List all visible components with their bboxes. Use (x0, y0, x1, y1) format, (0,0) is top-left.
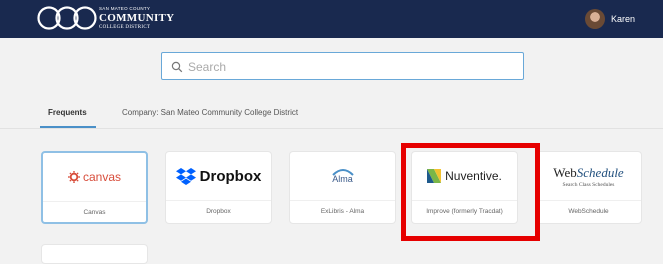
district-name: SAN MATEO COUNTY COMMUNITY COLLEGE DISTR… (99, 6, 175, 30)
card-divider (43, 201, 146, 202)
dropbox-logo: Dropbox (166, 152, 271, 200)
tab-frequents[interactable]: Frequents (48, 108, 87, 117)
app-label: ExLibris - Alma (320, 208, 365, 215)
canvas-logo-text: canvas (82, 170, 122, 184)
app-tile-dropbox[interactable]: Dropbox Dropbox (165, 151, 272, 224)
user-name[interactable]: Karen (611, 14, 635, 24)
webschedule-logo-subtext: Search Class Schedules (562, 181, 615, 188)
avatar[interactable] (585, 9, 605, 29)
top-header: SAN MATEO COUNTY COMMUNITY COLLEGE DISTR… (0, 0, 663, 38)
app-label: WebSchedule (568, 208, 609, 215)
user-menu[interactable]: Karen (585, 9, 635, 29)
logo-line-1: SAN MATEO COUNTY (99, 6, 151, 11)
webschedule-logo-icon: WebSchedule Search Class Schedules (536, 152, 641, 200)
district-logo-icon[interactable] (37, 5, 97, 36)
search-box[interactable] (161, 52, 524, 80)
app-tile-alma[interactable]: Alma ExLibris - Alma (289, 151, 396, 224)
dropbox-logo-icon (175, 167, 196, 185)
card-divider (166, 200, 271, 201)
tab-company[interactable]: Company: San Mateo Community College Dis… (122, 108, 298, 117)
dropbox-logo-text: Dropbox (199, 167, 262, 185)
search-input[interactable] (186, 56, 510, 78)
alma-logo-text: Alma (332, 174, 353, 184)
tabs-divider (0, 128, 663, 129)
canvas-logo: canvas (43, 153, 146, 201)
logo-line-2: COMMUNITY (99, 11, 175, 24)
app-label: Dropbox (206, 208, 231, 215)
app-tile-webschedule[interactable]: WebSchedule Search Class Schedules WebSc… (535, 151, 642, 224)
logo-line-3: COLLEGE DISTRICT (99, 24, 151, 30)
highlight-box (401, 143, 540, 241)
app-tile-partial[interactable] (41, 244, 148, 264)
card-divider (290, 200, 395, 201)
search-icon (171, 60, 183, 78)
canvas-logo-icon (67, 171, 80, 183)
card-divider (536, 200, 641, 201)
app-label: Canvas (83, 209, 106, 216)
app-tile-canvas[interactable]: canvas Canvas (41, 151, 148, 224)
webschedule-logo-text: WebSchedule (553, 164, 624, 180)
alma-logo: Alma (290, 152, 395, 200)
